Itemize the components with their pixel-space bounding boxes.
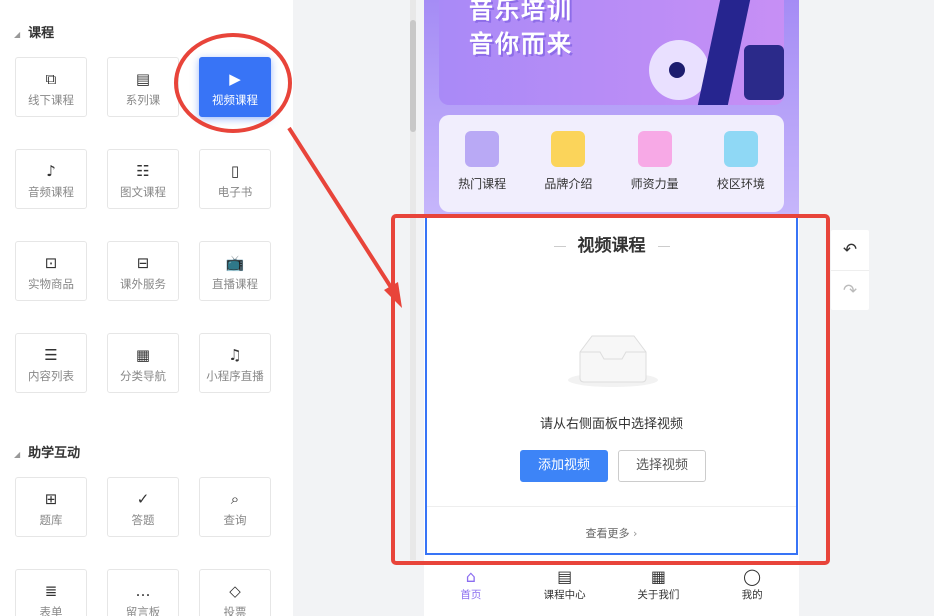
banner-image[interactable]: 音乐培训 音你而来 [439,0,784,105]
bottom-tab-bar: ⌂ 首页 ▤ 课程中心 ▦ 关于我们 ◯ 我的 [424,557,799,615]
undo-icon[interactable]: ↶ [831,230,869,270]
component-tile[interactable]: ▯ 电子书 [199,149,271,209]
component-tile[interactable]: ⊞ 题库 [15,477,87,537]
tile-label: 直播课程 [212,277,258,291]
component-tile[interactable]: ⊟ 课外服务 [107,241,179,301]
mini-live-icon: ♫ [228,346,242,364]
tab-item[interactable]: ⌂ 首页 [424,557,518,615]
tab-item[interactable]: ▦ 关于我们 [612,557,706,615]
box-icon: ⊡ [44,254,58,272]
nav-item-icon [551,131,586,167]
tile-label: 分类导航 [120,369,166,383]
collapse-triangle-icon: ◢ [14,30,21,39]
nav-item[interactable]: 品牌介绍 [525,115,611,212]
nav-item-icon [723,131,758,167]
tab-item[interactable]: ◯ 我的 [705,557,799,615]
component-tile[interactable]: ♪ 音频课程 [15,149,87,209]
add-video-button[interactable]: 添加视频 [520,450,608,482]
nav-item[interactable]: 热门课程 [439,115,525,212]
nav-item-icon [637,131,672,167]
tile-label: 课外服务 [120,277,166,291]
tile-label: 答题 [131,513,155,527]
tile-label: 实物商品 [28,277,74,291]
ebook-icon: ▯ [230,162,240,180]
phone-preview: 音乐培训 音你而来 热门课程 品牌介绍 师资力量 校区环境 视频课程 请从右侧面板中选… [424,0,799,616]
tile-label: 小程序直播 [206,369,264,383]
tile-label: 音频课程 [28,185,74,199]
folder-list-icon: ▤ [135,70,151,88]
form-icon: ≣ [44,582,58,600]
component-tile[interactable]: ▶ 视频课程 [199,57,271,117]
component-tile[interactable]: ⧉ 线下课程 [15,57,87,117]
component-tile[interactable]: ☰ 内容列表 [15,333,87,393]
offline-course-icon: ⧉ [45,70,57,88]
tile-label: 图文课程 [120,185,166,199]
component-tile[interactable]: ◇ 投票 [199,569,271,616]
course-center-icon: ▤ [557,567,573,586]
content-list-icon: ☰ [44,346,58,364]
nav-item[interactable]: 校区环境 [698,115,784,212]
user-icon: ◯ [743,567,762,586]
component-tile[interactable]: ≣ 表单 [15,569,87,616]
query-icon: ⌕ [230,490,240,508]
annotation-arrow [287,126,396,294]
chevron-right-icon: › [633,527,638,540]
component-tile[interactable]: ▦ 分类导航 [107,333,179,393]
vote-icon: ◇ [229,582,241,600]
nav-card: 热门课程 品牌介绍 师资力量 校区环境 [439,115,784,212]
component-tile[interactable]: ▤ 系列课 [107,57,179,117]
about-icon: ▦ [650,567,666,586]
section-header-interaction[interactable]: ◢ 助学互动 [14,442,80,461]
nav-item[interactable]: 师资力量 [612,115,698,212]
tile-label: 系列课 [125,93,161,107]
home-icon: ⌂ [465,567,476,586]
tile-label: 投票 [223,605,247,616]
grid-icon: ▦ [135,346,151,364]
empty-inbox-icon [568,335,658,387]
view-more-link[interactable]: 查看更多 › [427,506,796,541]
arrow-head [384,282,402,308]
history-controls: ↶ ↷ [831,230,869,310]
component-tile[interactable]: … 留言板 [107,569,179,616]
tile-label: 查询 [223,513,247,527]
video-course-module[interactable]: 视频课程 请从右侧面板中选择视频 添加视频 选择视频 查看更多 › [425,215,798,555]
nav-item-icon [465,131,500,167]
scrollbar-thumb[interactable] [410,20,416,132]
empty-hint: 请从右侧面板中选择视频 [539,417,683,432]
select-video-button[interactable]: 选择视频 [618,450,706,482]
video-icon: ▶ [229,70,241,88]
tile-label: 视频课程 [212,93,258,107]
tile-label: 线下课程 [28,93,74,107]
scrollbar[interactable] [410,0,416,560]
tile-label: 题库 [39,513,63,527]
briefcase-icon: ⊟ [136,254,150,272]
tile-label: 电子书 [217,185,253,199]
list-icon: ☷ [136,162,150,180]
section-header-course[interactable]: ◢ 课程 [14,22,54,41]
redo-icon[interactable]: ↷ [831,270,869,310]
component-tile[interactable]: ⌕ 查询 [199,477,271,537]
component-tile[interactable]: ✓ 答题 [107,477,179,537]
tab-item[interactable]: ▤ 课程中心 [518,557,612,615]
tile-label: 留言板 [125,605,161,616]
tile-label: 表单 [39,605,63,616]
collapse-triangle-icon: ◢ [14,450,21,459]
component-tile[interactable]: ♫ 小程序直播 [199,333,271,393]
answer-icon: ✓ [136,490,150,508]
audio-icon: ♪ [46,162,56,180]
module-title: 视频课程 [427,231,796,256]
component-panel: ◢ 课程 ⧉ 线下课程 ▤ 系列课 ▶ 视频课程 ♪ 音频课程 ☷ 图文课程 ▯ 电子书 ⊡ 实物商品 ⊟ 课外… [0,0,293,616]
message-icon: … [135,582,151,600]
component-tile[interactable]: ☷ 图文课程 [107,149,179,209]
tv-icon: 📺 [225,254,245,272]
question-bank-icon: ⊞ [44,490,58,508]
tile-label: 内容列表 [28,369,74,383]
component-tile[interactable]: ⊡ 实物商品 [15,241,87,301]
component-tile[interactable]: 📺 直播课程 [199,241,271,301]
